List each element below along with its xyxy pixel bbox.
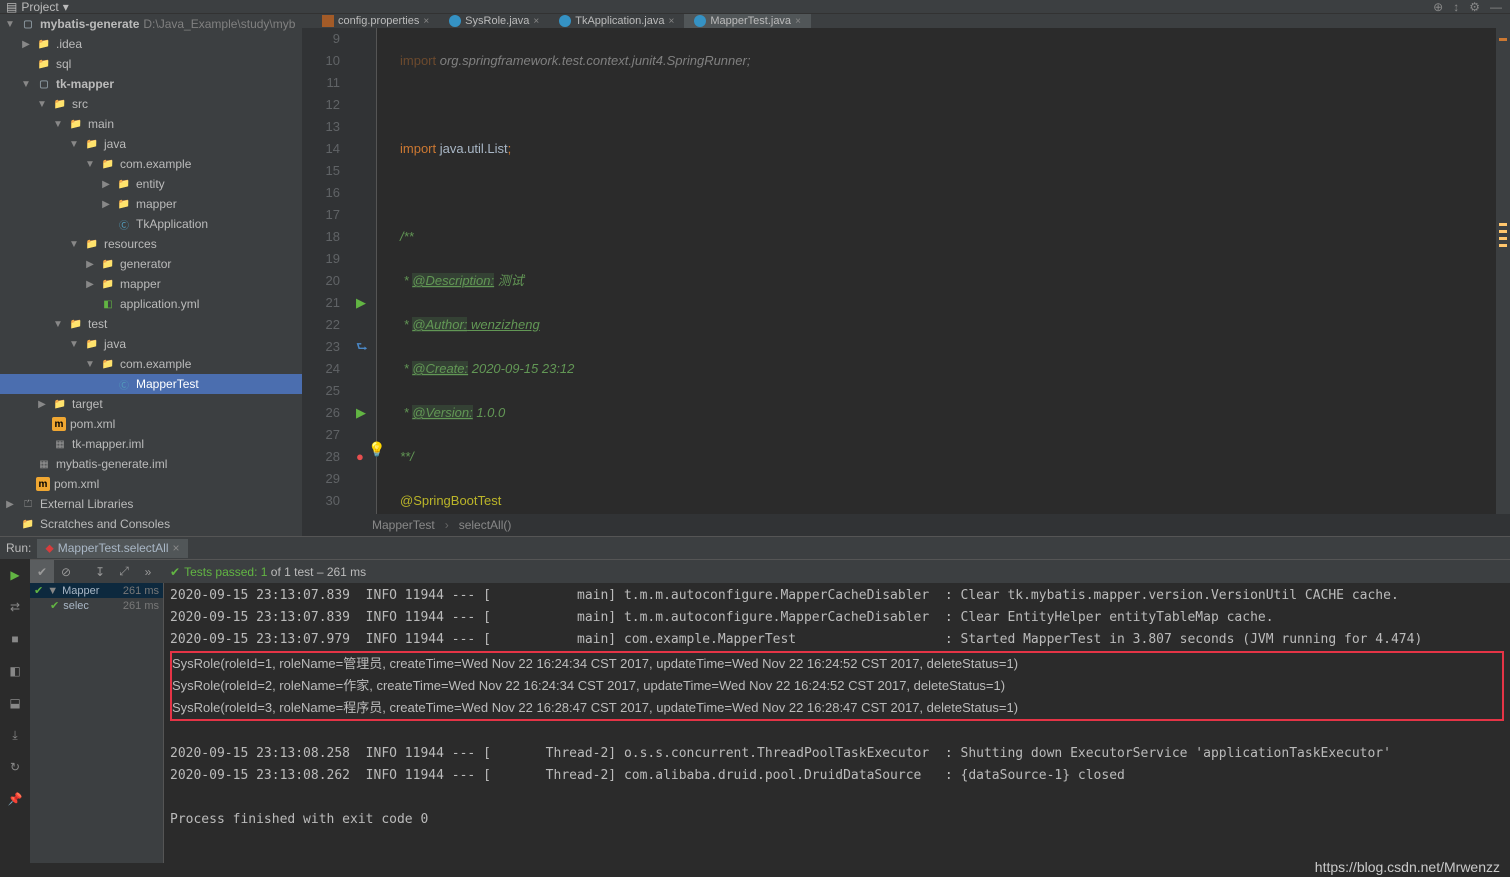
code-editor[interactable]: 9101112131415161718192021222324252627282… <box>302 28 1510 514</box>
tree-entity[interactable]: entity <box>0 174 302 194</box>
tree-test[interactable]: test <box>0 314 302 334</box>
close-icon[interactable]: × <box>795 16 801 27</box>
run-config-tab[interactable]: ⬥ MapperTest.selectAll × <box>37 539 187 558</box>
show-ignored-button[interactable]: ⊘ <box>54 560 78 584</box>
test-toolbar: ✔ ⊘ ↧ ⤢ » ✔ Tests passed: 1 of 1 test – … <box>30 559 1510 583</box>
tree-root[interactable]: mybatis-generateD:\Java_Example\study\my… <box>0 14 302 34</box>
history-button[interactable]: ↻ <box>3 755 27 779</box>
java-icon <box>449 15 461 27</box>
close-icon[interactable]: × <box>172 541 179 555</box>
export-button[interactable]: ⤓ <box>3 723 27 747</box>
toggle-button[interactable]: ⇄ <box>3 595 27 619</box>
show-passed-button[interactable]: ✔ <box>30 560 54 584</box>
tree-mapper[interactable]: mapper <box>0 194 302 214</box>
tree-pom[interactable]: pom.xml <box>0 414 302 434</box>
test-tree[interactable]: ▼Mapper261 ms selec261 ms <box>30 583 164 863</box>
run-label: Run: <box>6 541 31 555</box>
tree-com-example[interactable]: com.example <box>0 154 302 174</box>
close-icon[interactable]: × <box>533 16 539 27</box>
sort-button[interactable]: ↧ <box>88 560 112 584</box>
tree-tkapp[interactable]: TkApplication <box>0 214 302 234</box>
breadcrumb: MapperTest › selectAll() <box>302 514 1510 536</box>
chevron-right-icon: › <box>445 518 449 532</box>
tree-java2[interactable]: java <box>0 334 302 354</box>
tree-idea[interactable]: .idea <box>0 34 302 54</box>
layout-button[interactable]: ⬓ <box>3 691 27 715</box>
run-test-icon[interactable]: ▶ <box>356 402 372 418</box>
breadcrumb-class[interactable]: MapperTest <box>372 518 435 532</box>
tree-java[interactable]: java <box>0 134 302 154</box>
stop-button[interactable]: ■ <box>3 627 27 651</box>
tree-iml[interactable]: tk-mapper.iml <box>0 434 302 454</box>
project-tree[interactable]: mybatis-generateD:\Java_Example\study\my… <box>0 14 302 536</box>
project-toolwindow-header: ▤ Project ▾ ⊕ ↕ ⚙ — <box>0 0 1510 14</box>
run-side-toolbar: ▶ ⇄ ■ ◧ ⬓ ⤓ ↻ 📌 <box>0 559 30 863</box>
tab-config[interactable]: config.properties× <box>312 14 439 28</box>
tree-resources[interactable]: resources <box>0 234 302 254</box>
check-icon: ✔ <box>170 565 180 579</box>
locate-icon[interactable]: ⊕ <box>1433 0 1443 14</box>
tree-com-example2[interactable]: com.example <box>0 354 302 374</box>
chevron-down-icon: ▾ <box>63 0 69 14</box>
tree-generator[interactable]: generator <box>0 254 302 274</box>
tree-mapper2[interactable]: mapper <box>0 274 302 294</box>
expand-button[interactable]: ⤢ <box>112 560 136 584</box>
tree-mappertest[interactable]: MapperTest <box>0 374 302 394</box>
project-icon: ▤ <box>6 0 17 14</box>
tab-tkapp[interactable]: TkApplication.java× <box>549 14 684 28</box>
watermark: https://blog.csdn.net/Mrwenzz <box>1315 859 1500 875</box>
hide-icon[interactable]: — <box>1490 0 1502 14</box>
intention-bulb-icon[interactable]: 💡 <box>368 438 385 460</box>
tree-target[interactable]: target <box>0 394 302 414</box>
more-button[interactable]: » <box>136 560 160 584</box>
close-icon[interactable]: × <box>669 16 675 27</box>
tree-geniml[interactable]: mybatis-generate.iml <box>0 454 302 474</box>
code-lines[interactable]: import org.springframework.test.context.… <box>390 28 1496 514</box>
java-icon <box>559 15 571 27</box>
console-output[interactable]: 2020-09-15 23:13:07.839 INFO 11944 --- [… <box>164 583 1510 863</box>
tree-main[interactable]: main <box>0 114 302 134</box>
dump-button[interactable]: ◧ <box>3 659 27 683</box>
project-view-combo[interactable]: ▤ Project ▾ <box>0 0 75 14</box>
tab-sysrole[interactable]: SysRole.java× <box>439 14 549 28</box>
tree-sql[interactable]: sql <box>0 54 302 74</box>
pin-button[interactable]: 📌 <box>3 787 27 811</box>
rerun-button[interactable]: ▶ <box>3 563 27 587</box>
tree-appyml[interactable]: application.yml <box>0 294 302 314</box>
collapse-icon[interactable]: ↕ <box>1453 0 1459 14</box>
run-toolwindow: Run: ⬥ MapperTest.selectAll × ▶ ⇄ ■ ◧ ⬓ … <box>0 536 1510 863</box>
tree-pom2[interactable]: pom.xml <box>0 474 302 494</box>
close-icon[interactable]: × <box>423 16 429 27</box>
tree-src[interactable]: src <box>0 94 302 114</box>
test-row[interactable]: selec261 ms <box>30 598 163 613</box>
breadcrumb-method[interactable]: selectAll() <box>459 518 512 532</box>
tab-mappertest[interactable]: MapperTest.java× <box>684 14 811 28</box>
error-stripe[interactable] <box>1496 28 1510 514</box>
run-class-icon[interactable]: ▶ <box>356 292 372 308</box>
tree-scratch[interactable]: Scratches and Consoles <box>0 514 302 534</box>
tree-extlib[interactable]: External Libraries <box>0 494 302 514</box>
editor-tabs: config.properties× SysRole.java× TkAppli… <box>302 14 1510 28</box>
test-icon: ⬥ <box>45 541 53 556</box>
test-row[interactable]: ▼Mapper261 ms <box>30 583 163 598</box>
gear-icon[interactable]: ⚙ <box>1469 0 1480 14</box>
bean-icon[interactable]: ⮑ <box>356 336 372 352</box>
properties-icon <box>322 15 334 27</box>
line-gutter: 9101112131415161718192021222324252627282… <box>302 28 354 514</box>
java-icon <box>694 15 706 27</box>
tree-tkmapper[interactable]: tk-mapper <box>0 74 302 94</box>
project-label: Project <box>21 0 58 14</box>
